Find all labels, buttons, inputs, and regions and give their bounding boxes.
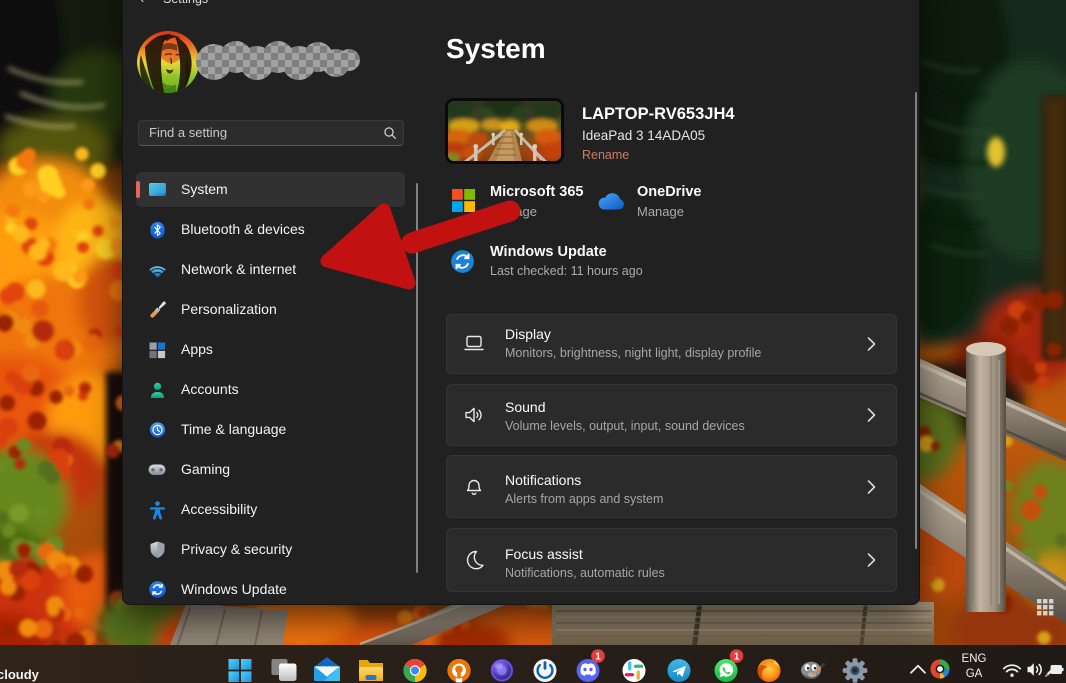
svg-text:1: 1 [595,652,601,663]
svg-text:1: 1 [734,652,740,663]
